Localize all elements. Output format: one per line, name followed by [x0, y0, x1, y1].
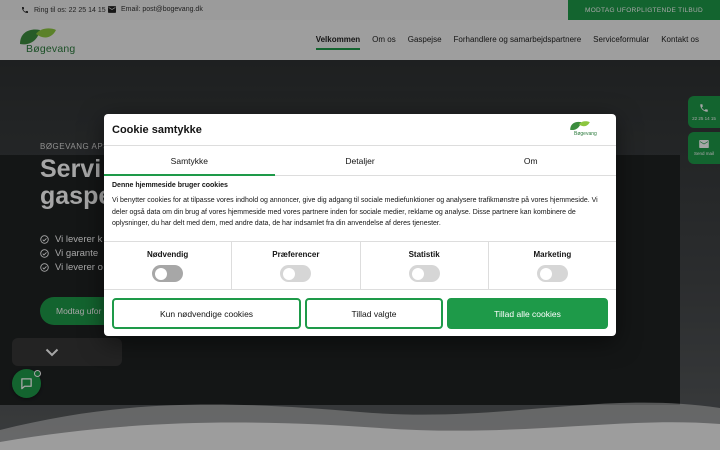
cookie-categories: Nødvendig Præferencer Statistik Marketin… — [104, 241, 616, 289]
tab-om[interactable]: Om — [445, 146, 616, 175]
category-preferences: Præferencer — [232, 242, 361, 289]
category-label: Præferencer — [272, 250, 320, 259]
cookie-logo: Bøgevang — [568, 120, 608, 140]
cookie-actions: Kun nødvendige cookies Tillad valgte Til… — [104, 289, 616, 336]
category-necessary: Nødvendig — [104, 242, 233, 289]
category-label: Nødvendig — [146, 250, 189, 259]
toggle-knob — [283, 267, 296, 280]
tab-samtykke[interactable]: Samtykke — [104, 146, 275, 176]
allow-all-button[interactable]: Tillad alle cookies — [447, 298, 608, 329]
cookie-body: Denne hjemmeside bruger cookies Vi benyt… — [112, 182, 608, 230]
statistics-toggle[interactable] — [408, 265, 440, 282]
toggle-knob — [155, 267, 168, 280]
cookie-dialog-title: Cookie samtykke — [112, 124, 202, 136]
category-label: Marketing — [533, 250, 572, 259]
cookie-heading: Denne hjemmeside bruger cookies — [112, 182, 228, 189]
allow-selected-button[interactable]: Tillad valgte — [305, 298, 443, 329]
necessary-toggle — [152, 265, 184, 282]
category-marketing: Marketing — [489, 242, 616, 289]
cookie-logo-text: Bøgevang — [574, 131, 597, 137]
category-label: Statistik — [408, 250, 440, 259]
marketing-toggle[interactable] — [536, 265, 568, 282]
cookie-tabs: Samtykke Detaljer Om — [104, 146, 616, 176]
category-statistics: Statistik — [361, 242, 489, 289]
page: Ring til os: 22 25 14 15 Email: post@bog… — [0, 0, 720, 450]
preferences-toggle[interactable] — [280, 265, 312, 282]
cookie-dialog-header: Cookie samtykke Bøgevang — [104, 114, 616, 146]
toggle-knob — [539, 267, 552, 280]
toggle-knob — [411, 267, 424, 280]
tab-detaljer[interactable]: Detaljer — [275, 146, 446, 175]
cookie-description: Vi benytter cookies for at tilpasse vore… — [112, 197, 598, 227]
cookie-dialog: Cookie samtykke Bøgevang Samtykke Detalj… — [104, 114, 616, 336]
necessary-only-button[interactable]: Kun nødvendige cookies — [112, 298, 301, 329]
